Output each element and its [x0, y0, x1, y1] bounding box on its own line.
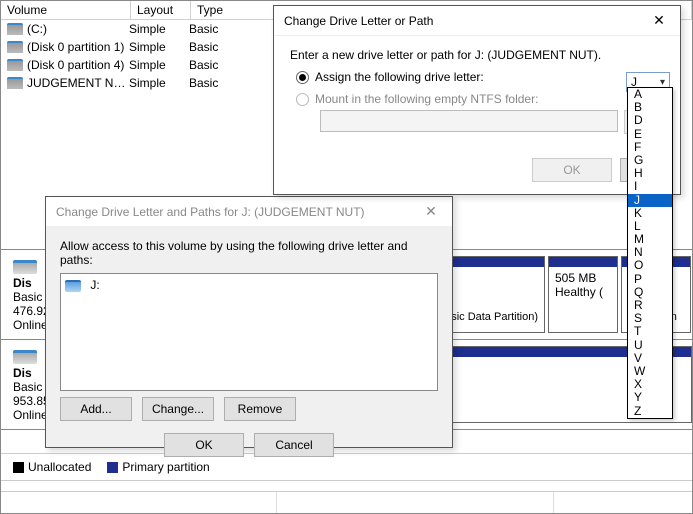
ok-button[interactable]: OK — [164, 433, 244, 457]
status-bar — [1, 491, 692, 513]
volume-table-body: (C:) Simple Basic (Disk 0 partition 1) S… — [1, 20, 271, 92]
drive-letter-option[interactable]: Y — [628, 391, 672, 404]
drive-letter-option[interactable]: Z — [628, 405, 672, 418]
column-volume[interactable]: Volume — [1, 1, 131, 19]
volume-name: (C:) — [27, 22, 129, 36]
drive-letter-dropdown[interactable]: ABDEFGHIJKLMNOPQRSTUVWXYZ — [627, 87, 673, 419]
dialog-titlebar[interactable]: Change Drive Letter and Paths for J: (JU… — [46, 197, 452, 227]
drive-letter-option[interactable]: P — [628, 273, 672, 286]
drive-letter-option[interactable]: O — [628, 259, 672, 272]
volume-layout: Simple — [129, 22, 189, 36]
mount-folder-radio[interactable]: Mount in the following empty NTFS folder… — [296, 92, 664, 106]
drive-icon — [7, 59, 23, 71]
volume-type: Basic — [189, 76, 249, 90]
drive-icon — [7, 77, 23, 89]
volume-row[interactable]: (Disk 0 partition 4) Simple Basic — [1, 56, 271, 74]
instruction-text: Allow access to this volume by using the… — [60, 239, 438, 267]
disk-management-window: Volume Layout Type (C:) Simple Basic (Di… — [0, 0, 693, 514]
drive-letter-option[interactable]: U — [628, 339, 672, 352]
status-cell — [277, 492, 553, 513]
volume-name: (Disk 0 partition 4) — [27, 58, 129, 72]
dialog-title: Change Drive Letter and Paths for J: (JU… — [56, 205, 416, 219]
ok-button: OK — [532, 158, 612, 182]
drive-letter-option[interactable]: E — [628, 128, 672, 141]
change-drive-letter-paths-dialog: Change Drive Letter and Paths for J: (JU… — [45, 196, 453, 448]
volume-layout: Simple — [129, 76, 189, 90]
drive-letter-option[interactable]: J — [628, 194, 672, 207]
drive-icon — [7, 41, 23, 53]
volume-name: (Disk 0 partition 1) — [27, 40, 129, 54]
mount-path-input — [320, 110, 618, 132]
volume-row[interactable]: (C:) Simple Basic — [1, 20, 271, 38]
drive-letter-option[interactable]: V — [628, 352, 672, 365]
radio-unselected-icon — [296, 93, 309, 106]
column-layout[interactable]: Layout — [131, 1, 191, 19]
volume-name: JUDGEMENT NUT ... — [27, 76, 129, 90]
volume-type: Basic — [189, 22, 249, 36]
volume-layout: Simple — [129, 58, 189, 72]
dialog-title: Change Drive Letter or Path — [284, 14, 644, 28]
drive-icon — [7, 23, 23, 35]
drive-letter-option[interactable]: T — [628, 325, 672, 338]
chevron-down-icon: ▾ — [660, 77, 665, 88]
volume-type: Basic — [189, 40, 249, 54]
drive-letter-option[interactable]: F — [628, 141, 672, 154]
radio-selected-icon — [296, 71, 309, 84]
disk-icon — [13, 260, 37, 274]
disk-icon — [13, 350, 37, 364]
volume-layout: Simple — [129, 40, 189, 54]
change-button[interactable]: Change... — [142, 397, 214, 421]
volume-row[interactable]: JUDGEMENT NUT ... Simple Basic — [1, 74, 271, 92]
drive-letter-option[interactable]: D — [628, 114, 672, 127]
instruction-text: Enter a new drive letter or path for J: … — [290, 48, 664, 62]
drive-letter-option[interactable]: K — [628, 207, 672, 220]
drive-icon — [65, 280, 81, 292]
radio-label: Mount in the following empty NTFS folder… — [315, 92, 538, 106]
close-icon[interactable]: ✕ — [416, 200, 446, 224]
radio-label: Assign the following drive letter: — [315, 70, 484, 84]
status-cell — [1, 492, 277, 513]
add-button[interactable]: Add... — [60, 397, 132, 421]
swatch-black — [13, 462, 24, 473]
drive-letter-option[interactable]: I — [628, 180, 672, 193]
change-drive-letter-dialog: Change Drive Letter or Path ✕ Enter a ne… — [273, 5, 681, 195]
close-icon[interactable]: ✕ — [644, 9, 674, 33]
assign-letter-radio[interactable]: Assign the following drive letter: — [296, 70, 664, 84]
list-item-label: J: — [90, 278, 99, 292]
dialog-titlebar[interactable]: Change Drive Letter or Path ✕ — [274, 6, 680, 36]
partition-text: 505 MB Healthy ( — [549, 267, 617, 303]
partition[interactable]: 505 MB Healthy ( — [548, 256, 618, 333]
cancel-button[interactable]: Cancel — [254, 433, 334, 457]
list-item[interactable]: J: — [65, 278, 433, 292]
paths-listbox[interactable]: J: — [60, 273, 438, 391]
volume-type: Basic — [189, 58, 249, 72]
volume-row[interactable]: (Disk 0 partition 1) Simple Basic — [1, 38, 271, 56]
partition-bar — [549, 257, 617, 267]
remove-button[interactable]: Remove — [224, 397, 296, 421]
